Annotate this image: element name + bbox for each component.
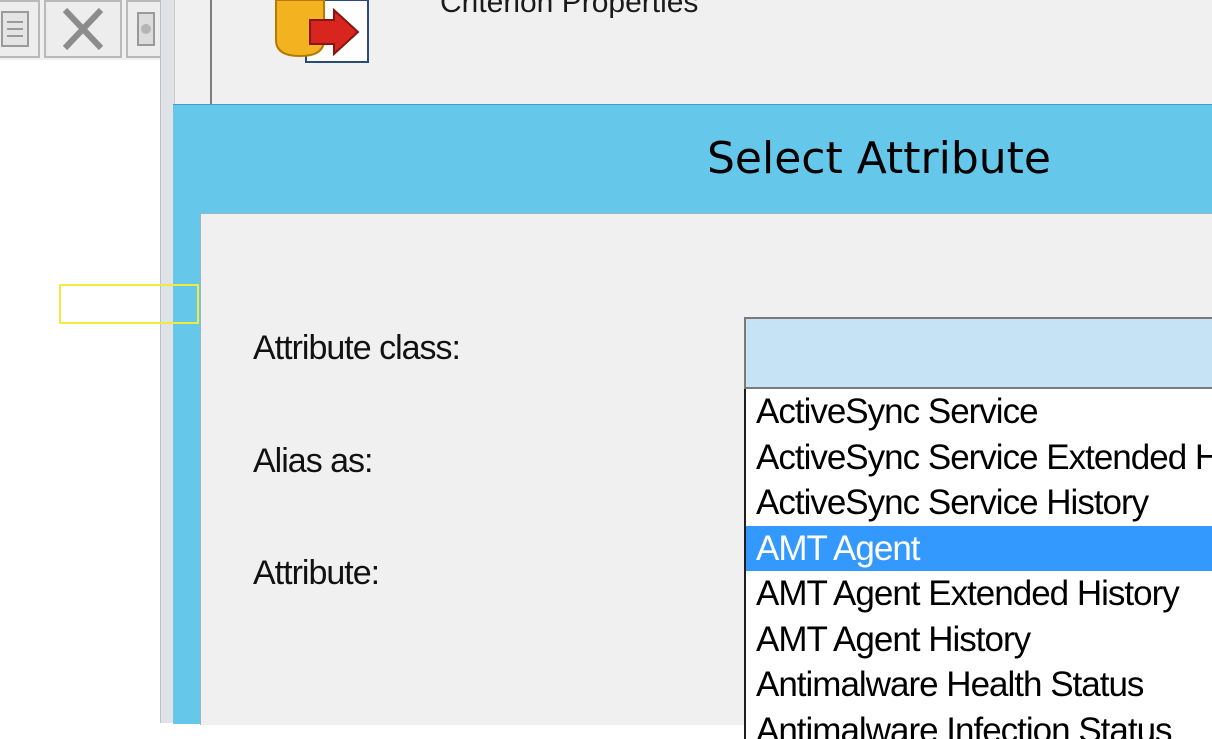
attribute-label: Attribute: [253,554,379,593]
attribute-class-combobox[interactable] [744,317,1212,389]
properties-button[interactable] [0,0,40,58]
delete-x-icon [59,6,107,52]
attribute-class-dropdown-list[interactable]: ActiveSync Service ActiveSync Service Ex… [744,389,1212,739]
alias-as-label: Alias as: [253,442,373,481]
window-edge [174,0,211,104]
list-item[interactable]: ActiveSync Service [746,389,1212,435]
focus-highlight-box [59,284,199,324]
list-item[interactable]: ActiveSync Service History [746,480,1212,526]
select-attribute-dialog: Select Attribute Attribute class: Alias … [173,104,1212,724]
list-item[interactable]: AMT Agent History [746,617,1212,663]
left-panel [0,0,160,723]
list-item[interactable]: AMT Agent Extended History [746,571,1212,617]
list-item-selected[interactable]: AMT Agent [746,526,1212,572]
toolbar [0,0,160,60]
list-item[interactable]: Antimalware Infection Status [746,708,1212,739]
properties-icon [0,10,30,48]
list-item[interactable]: Antimalware Health Status [746,662,1212,708]
tool-icon [134,9,158,49]
criterion-properties-icon [272,0,382,66]
window-title: Criterion Properties [440,0,698,20]
list-item[interactable]: ActiveSync Service Extended History [746,435,1212,481]
attribute-class-label: Attribute class: [253,329,460,368]
delete-button[interactable] [44,0,122,58]
dialog-body: Attribute class: Alias as: Attribute: Ac… [200,213,1212,725]
criterion-properties-window: Criterion Properties [210,0,1212,104]
dialog-title: Select Attribute [173,133,1212,184]
